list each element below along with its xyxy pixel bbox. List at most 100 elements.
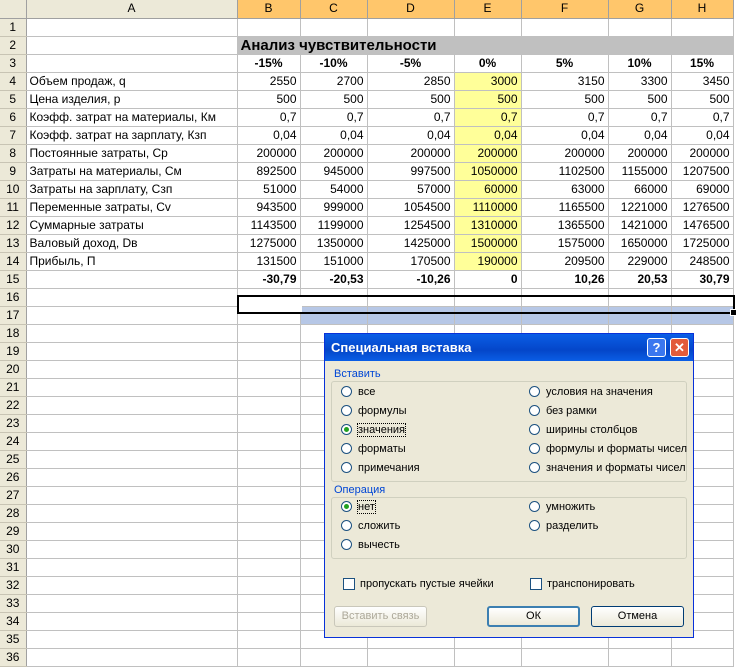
cell-C15[interactable]: -20,53 bbox=[300, 270, 368, 289]
cell-A26[interactable] bbox=[26, 468, 238, 487]
radio-button[interactable] bbox=[341, 501, 352, 512]
cell-A9[interactable]: Затраты на материалы, См bbox=[26, 162, 238, 181]
cell-D15[interactable]: -10,26 bbox=[367, 270, 455, 289]
cell-A28[interactable] bbox=[26, 504, 238, 523]
column-header-D[interactable]: D bbox=[367, 0, 455, 19]
row-header-35[interactable]: 35 bbox=[0, 630, 27, 649]
cell-A12[interactable]: Суммарные затраты bbox=[26, 216, 238, 235]
cell-A27[interactable] bbox=[26, 486, 238, 505]
skip-blanks-checkbox[interactable]: пропускать пустые ячейки bbox=[343, 576, 494, 592]
cell-D5[interactable]: 500 bbox=[367, 90, 455, 109]
cell-B32[interactable] bbox=[237, 576, 301, 595]
cell-C10[interactable]: 54000 bbox=[300, 180, 368, 199]
row-header-34[interactable]: 34 bbox=[0, 612, 27, 631]
cell-C12[interactable]: 1199000 bbox=[300, 216, 368, 235]
cell-G36[interactable] bbox=[608, 648, 672, 667]
paste-right-option-2[interactable]: ширины столбцов bbox=[529, 422, 637, 438]
cell-G12[interactable]: 1421000 bbox=[608, 216, 672, 235]
row-header-29[interactable]: 29 bbox=[0, 522, 27, 541]
cell-F7[interactable]: 0,04 bbox=[521, 126, 609, 145]
radio-button[interactable] bbox=[529, 386, 540, 397]
row-header-4[interactable]: 4 bbox=[0, 72, 27, 91]
cell-D12[interactable]: 1254500 bbox=[367, 216, 455, 235]
cell-F9[interactable]: 1102500 bbox=[521, 162, 609, 181]
column-header-E[interactable]: E bbox=[454, 0, 522, 19]
cell-B24[interactable] bbox=[237, 432, 301, 451]
cell-H14[interactable]: 248500 bbox=[671, 252, 734, 271]
cell-H11[interactable]: 1276500 bbox=[671, 198, 734, 217]
cell-C6[interactable]: 0,7 bbox=[300, 108, 368, 127]
row-header-7[interactable]: 7 bbox=[0, 126, 27, 145]
op-left-option-1[interactable]: сложить bbox=[341, 518, 400, 534]
select-all-corner[interactable] bbox=[0, 0, 27, 19]
close-button[interactable]: ✕ bbox=[670, 338, 689, 357]
radio-button[interactable] bbox=[341, 462, 352, 473]
cell-G4[interactable]: 3300 bbox=[608, 72, 672, 91]
row-header-33[interactable]: 33 bbox=[0, 594, 27, 613]
cell-B27[interactable] bbox=[237, 486, 301, 505]
dialog-titlebar[interactable]: Специальная вставка ? ✕ bbox=[325, 334, 693, 361]
cell-H4[interactable]: 3450 bbox=[671, 72, 734, 91]
cell-A35[interactable] bbox=[26, 630, 238, 649]
cell-G5[interactable]: 500 bbox=[608, 90, 672, 109]
cell-B21[interactable] bbox=[237, 378, 301, 397]
cell-B23[interactable] bbox=[237, 414, 301, 433]
cell-B36[interactable] bbox=[237, 648, 301, 667]
cell-A6[interactable]: Коэфф. затрат на материалы, Км bbox=[26, 108, 238, 127]
op-left-option-2[interactable]: вычесть bbox=[341, 537, 400, 553]
cell-D9[interactable]: 997500 bbox=[367, 162, 455, 181]
cell-B5[interactable]: 500 bbox=[237, 90, 301, 109]
row-header-18[interactable]: 18 bbox=[0, 324, 27, 343]
cell-F13[interactable]: 1575000 bbox=[521, 234, 609, 253]
paste-left-option-1[interactable]: формулы bbox=[341, 403, 407, 419]
paste-link-button[interactable]: Вставить связь bbox=[334, 606, 427, 627]
cell-C1[interactable] bbox=[300, 18, 368, 37]
cell-E14[interactable]: 190000 bbox=[454, 252, 522, 271]
cell-A16[interactable] bbox=[26, 288, 238, 307]
cell-A29[interactable] bbox=[26, 522, 238, 541]
op-right-option-1[interactable]: разделить bbox=[529, 518, 598, 534]
cell-B35[interactable] bbox=[237, 630, 301, 649]
cell-F1[interactable] bbox=[521, 18, 609, 37]
radio-button[interactable] bbox=[341, 424, 352, 435]
help-button[interactable]: ? bbox=[647, 338, 666, 357]
cell-B18[interactable] bbox=[237, 324, 301, 343]
cell-H12[interactable]: 1476500 bbox=[671, 216, 734, 235]
cell-F14[interactable]: 209500 bbox=[521, 252, 609, 271]
row-header-19[interactable]: 19 bbox=[0, 342, 27, 361]
row-header-26[interactable]: 26 bbox=[0, 468, 27, 487]
cell-D10[interactable]: 57000 bbox=[367, 180, 455, 199]
radio-button[interactable] bbox=[529, 443, 540, 454]
paste-left-option-0[interactable]: все bbox=[341, 384, 375, 400]
cell-A21[interactable] bbox=[26, 378, 238, 397]
cell-H13[interactable]: 1725000 bbox=[671, 234, 734, 253]
row-header-6[interactable]: 6 bbox=[0, 108, 27, 127]
cell-B6[interactable]: 0,7 bbox=[237, 108, 301, 127]
cell-A15[interactable] bbox=[26, 270, 238, 289]
cell-G6[interactable]: 0,7 bbox=[608, 108, 672, 127]
cell-E9[interactable]: 1050000 bbox=[454, 162, 522, 181]
paste-left-option-3[interactable]: форматы bbox=[341, 441, 406, 457]
cell-A18[interactable] bbox=[26, 324, 238, 343]
ok-button[interactable]: ОК bbox=[487, 606, 580, 627]
row-header-31[interactable]: 31 bbox=[0, 558, 27, 577]
cell-B10[interactable]: 51000 bbox=[237, 180, 301, 199]
cell-B9[interactable]: 892500 bbox=[237, 162, 301, 181]
cell-B31[interactable] bbox=[237, 558, 301, 577]
cell-A30[interactable] bbox=[26, 540, 238, 559]
cell-H1[interactable] bbox=[671, 18, 734, 37]
cell-H15[interactable]: 30,79 bbox=[671, 270, 734, 289]
cell-E36[interactable] bbox=[454, 648, 522, 667]
cell-A7[interactable]: Коэфф. затрат на зарплату, Кзп bbox=[26, 126, 238, 145]
column-header-A[interactable]: A bbox=[26, 0, 238, 19]
cell-G11[interactable]: 1221000 bbox=[608, 198, 672, 217]
cell-A14[interactable]: Прибыль, П bbox=[26, 252, 238, 271]
row-header-36[interactable]: 36 bbox=[0, 648, 27, 667]
paste-left-option-4[interactable]: примечания bbox=[341, 460, 420, 476]
cell-A32[interactable] bbox=[26, 576, 238, 595]
row-header-30[interactable]: 30 bbox=[0, 540, 27, 559]
row-header-3[interactable]: 3 bbox=[0, 54, 27, 73]
cell-A25[interactable] bbox=[26, 450, 238, 469]
cell-C4[interactable]: 2700 bbox=[300, 72, 368, 91]
cell-B34[interactable] bbox=[237, 612, 301, 631]
